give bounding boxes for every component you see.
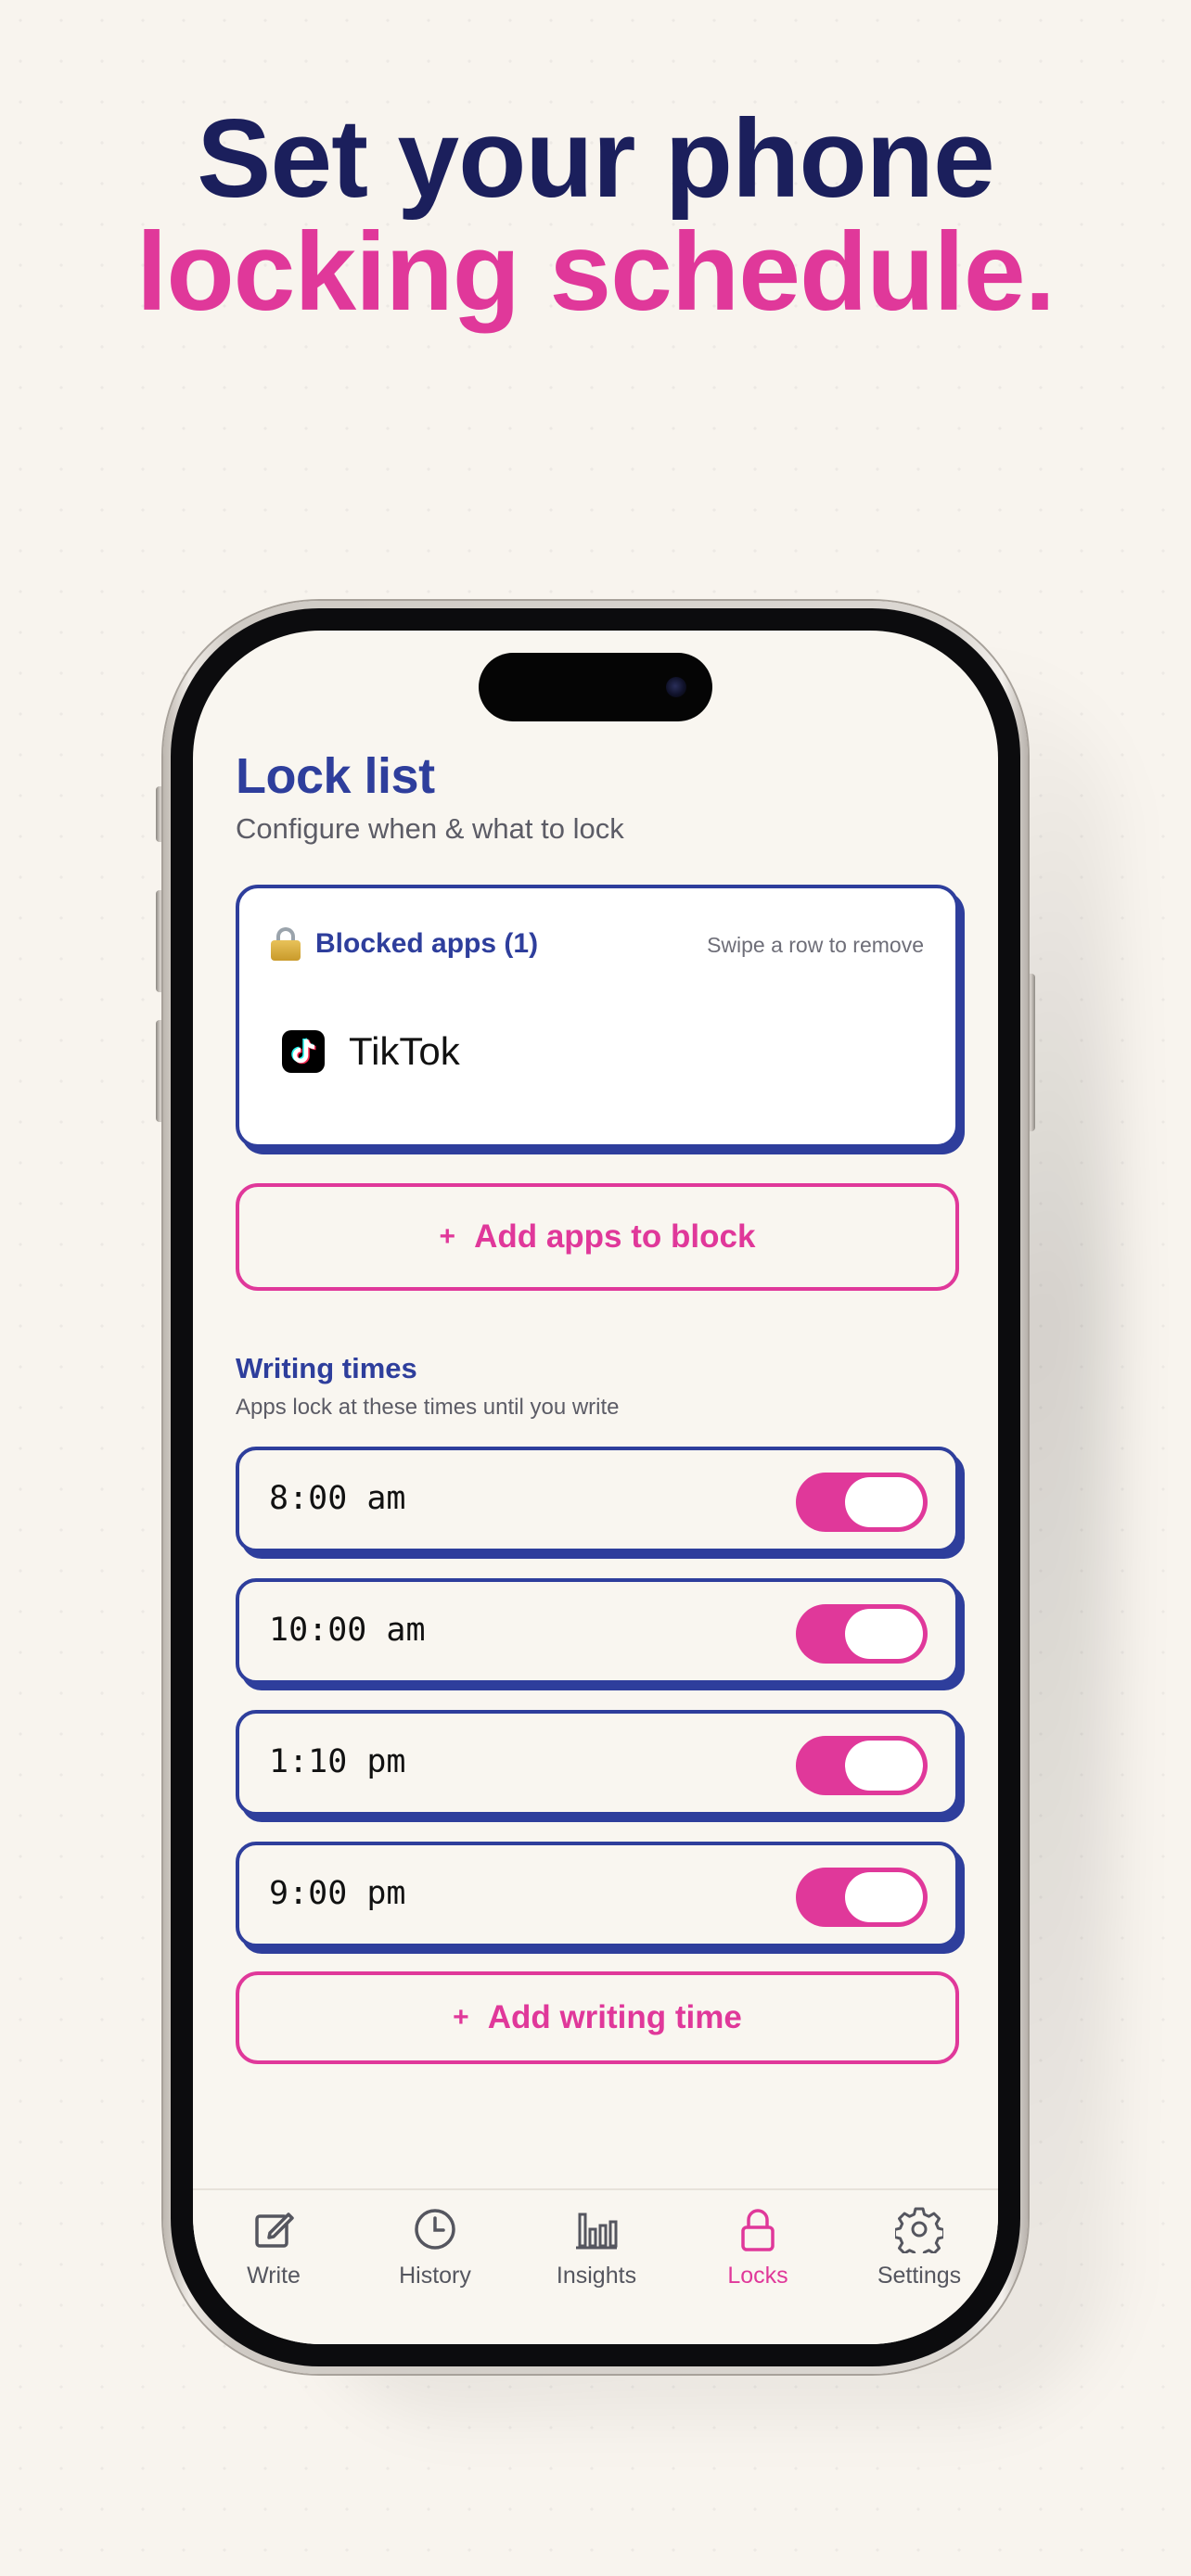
tab-label: History <box>399 2263 471 2289</box>
add-writing-time-button[interactable]: + Add writing time <box>236 1971 959 2064</box>
blocked-apps-header: Blocked apps (1) <box>271 927 538 961</box>
phone-screen: Lock list Configure when & what to lock … <box>193 631 998 2344</box>
page-subtitle: Configure when & what to lock <box>236 812 624 845</box>
writing-time-toggle[interactable] <box>796 1736 928 1795</box>
writing-time-row[interactable]: 9:00 pm <box>236 1842 959 1947</box>
toggle-knob <box>845 1609 923 1659</box>
writing-time-label: 8:00 am <box>269 1480 406 1517</box>
writing-time-toggle[interactable] <box>796 1473 928 1532</box>
plus-icon: + <box>453 2002 469 2033</box>
bar-chart-icon <box>576 2213 618 2250</box>
compose-icon <box>255 2213 294 2248</box>
toggle-knob <box>845 1741 923 1791</box>
writing-time-row[interactable]: 10:00 am <box>236 1578 959 1684</box>
blocked-apps-title: Blocked apps (1) <box>315 928 539 959</box>
toggle-knob <box>845 1477 923 1527</box>
writing-time-label: 1:10 pm <box>269 1743 406 1780</box>
writing-time-label: 9:00 pm <box>269 1875 406 1912</box>
tab-history[interactable]: History <box>354 2205 516 2289</box>
tab-write[interactable]: Write <box>193 2205 354 2289</box>
tab-label: Locks <box>727 2263 788 2289</box>
writing-time-row[interactable]: 1:10 pm <box>236 1710 959 1816</box>
toggle-knob <box>845 1872 923 1922</box>
gear-icon <box>895 2207 943 2253</box>
tab-insights[interactable]: Insights <box>516 2205 677 2289</box>
blocked-app-row[interactable]: TikTok <box>282 1029 460 1074</box>
tab-locks[interactable]: Locks <box>677 2205 839 2289</box>
add-apps-label: Add apps to block <box>474 1218 756 1255</box>
writing-times-subtitle: Apps lock at these times until you write <box>236 1395 620 1420</box>
headline-line-2: locking schedule. <box>136 210 1056 334</box>
tab-label: Write <box>247 2263 301 2289</box>
writing-time-row[interactable]: 8:00 am <box>236 1447 959 1552</box>
page-title: Lock list <box>236 748 435 804</box>
headline-line-1: Set your phone <box>197 96 994 221</box>
swipe-hint: Swipe a row to remove <box>707 933 924 957</box>
camera-icon <box>666 677 686 697</box>
headline: Set your phone locking schedule. <box>0 102 1191 328</box>
tab-settings[interactable]: Settings <box>839 2205 998 2289</box>
tiktok-icon <box>282 1030 325 1073</box>
writing-time-toggle[interactable] <box>796 1868 928 1927</box>
tab-label: Settings <box>877 2263 962 2289</box>
tab-label: Insights <box>556 2263 637 2289</box>
blocked-app-name: TikTok <box>349 1029 460 1073</box>
lock-emoji-icon <box>271 927 301 961</box>
add-writing-time-label: Add writing time <box>487 1999 742 2035</box>
blocked-apps-card: Blocked apps (1) Swipe a row to remove T… <box>236 885 959 1148</box>
add-apps-button[interactable]: + Add apps to block <box>236 1183 959 1291</box>
lock-icon <box>741 2209 775 2251</box>
tab-bar: Write History Insights Locks Settings <box>193 2188 998 2344</box>
dynamic-island <box>479 653 712 721</box>
clock-icon <box>415 2209 455 2250</box>
plus-icon: + <box>439 1221 456 1252</box>
writing-time-label: 10:00 am <box>269 1612 426 1649</box>
writing-times-title: Writing times <box>236 1352 417 1384</box>
writing-time-toggle[interactable] <box>796 1604 928 1664</box>
